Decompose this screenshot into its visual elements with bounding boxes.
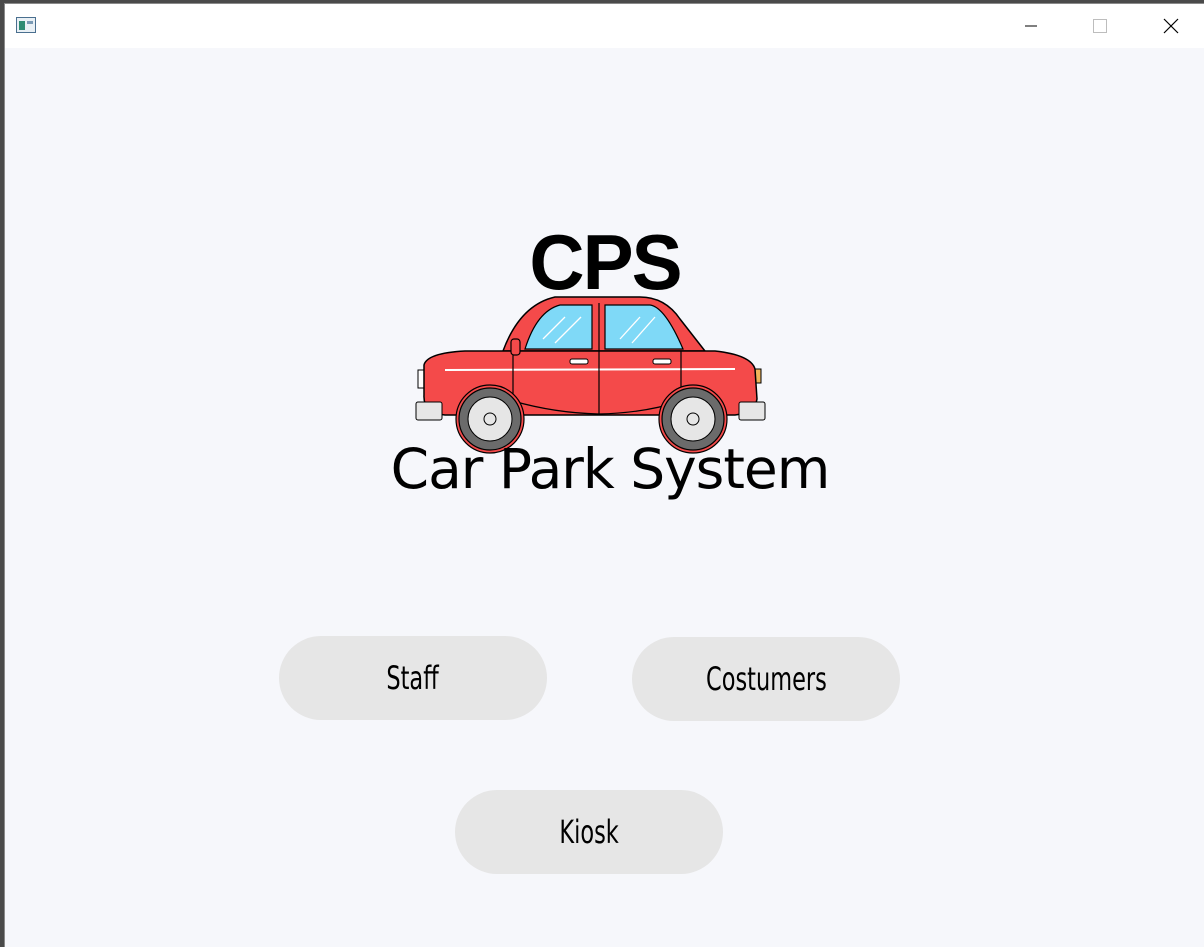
kiosk-button[interactable]: Kiosk bbox=[455, 790, 723, 874]
kiosk-button-label: Kiosk bbox=[559, 813, 619, 851]
app-window: CPS Car Park System Staff Costumers Kios… bbox=[4, 3, 1204, 947]
customers-button[interactable]: Costumers bbox=[632, 637, 900, 721]
minimize-icon bbox=[1025, 25, 1037, 27]
staff-button[interactable]: Staff bbox=[279, 636, 547, 720]
close-icon bbox=[1163, 18, 1179, 34]
close-button[interactable] bbox=[1137, 4, 1203, 48]
maximize-icon bbox=[1093, 19, 1107, 33]
car-icon bbox=[415, 296, 766, 454]
customers-button-label: Costumers bbox=[705, 660, 827, 698]
app-icon bbox=[16, 17, 36, 33]
title-bar bbox=[5, 4, 1204, 48]
staff-button-label: Staff bbox=[386, 659, 440, 697]
logo-title: Car Park System bbox=[390, 437, 831, 501]
maximize-button[interactable] bbox=[1065, 4, 1131, 48]
minimize-button[interactable] bbox=[997, 4, 1063, 48]
cps-logo: CPS Car Park System bbox=[385, 209, 835, 519]
